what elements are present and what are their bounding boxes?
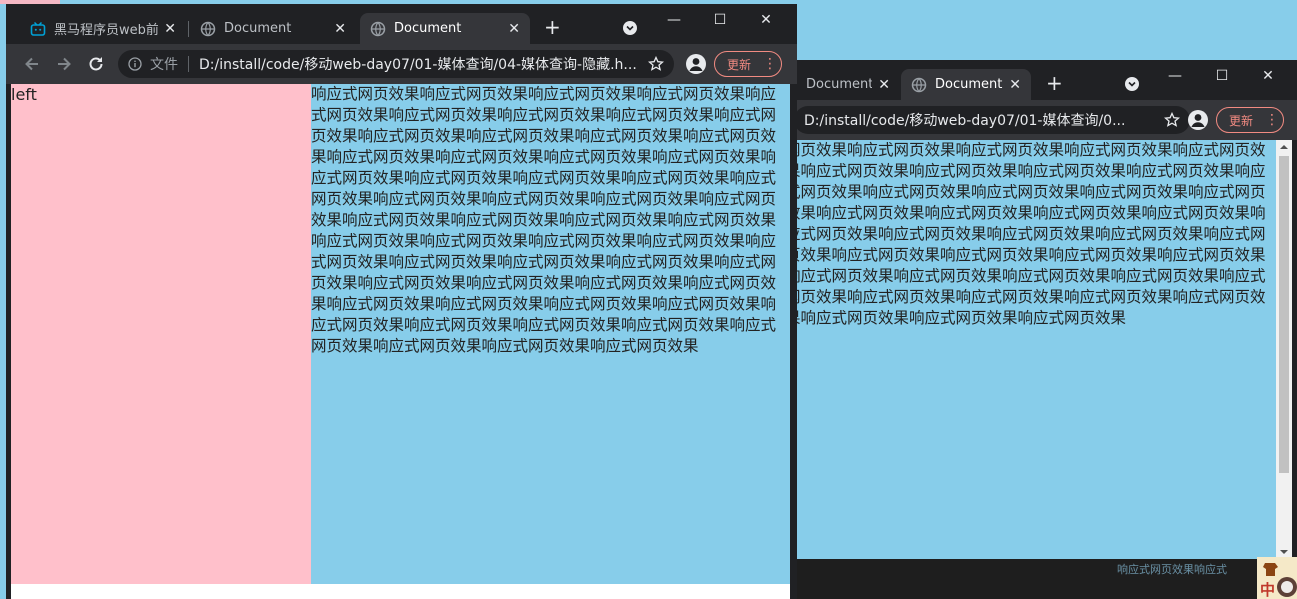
omnibox-divider	[188, 56, 189, 72]
window-close-button[interactable]: ✕	[1253, 64, 1283, 88]
left-column: left	[11, 84, 311, 584]
ime-status-badge[interactable]: 中	[1257, 557, 1297, 599]
bilibili-tv-icon	[30, 21, 46, 36]
viewport-bottom-edge	[11, 584, 790, 599]
page-body-text: 网页效果响应式网页效果响应式网页效果响应式网页效果响应式网页效果响应式网页效果响…	[795, 141, 1266, 327]
tab-title: Document	[394, 21, 462, 36]
scrollbar-thumb[interactable]	[1279, 156, 1289, 473]
minimize-button[interactable]: —	[659, 8, 689, 32]
close-icon[interactable]: ✕	[334, 21, 346, 37]
tab-title: 黑马程序员web前端	[54, 23, 159, 38]
back-arrow-icon[interactable]	[22, 54, 42, 74]
menu-dots-icon[interactable]: ⋮	[1265, 113, 1279, 127]
address-url[interactable]: D:/install/code/移动web-day07/01-媒体查询/0...	[804, 110, 1158, 130]
tab-document-inactive[interactable]: Document ✕	[190, 13, 356, 44]
menu-dots-icon[interactable]: ⋮	[763, 57, 777, 71]
tab-title: Document	[806, 77, 873, 92]
tab-document-active[interactable]: Document ✕	[360, 13, 530, 44]
forward-arrow-icon[interactable]	[54, 54, 74, 74]
file-scheme-label: 文件	[150, 57, 178, 73]
tab-search-icon[interactable]	[622, 20, 638, 36]
globe-icon	[200, 21, 216, 36]
close-icon[interactable]: ✕	[164, 21, 176, 37]
maximize-button[interactable]: ☐	[705, 8, 735, 32]
page-viewport: 网页效果响应式网页效果响应式网页效果响应式网页效果响应式网页效果响应式网页效果响…	[795, 140, 1276, 559]
minimize-button[interactable]: —	[1160, 64, 1190, 88]
browser-window-main: 黑马程序员web前端 ✕ Document ✕ Document ✕ + — ☐…	[6, 4, 797, 599]
profile-avatar[interactable]	[686, 54, 706, 74]
tab-strip: 黑马程序员web前端 ✕ Document ✕ Document ✕ + — ☐…	[6, 4, 797, 44]
update-label: 更新	[1229, 113, 1254, 128]
close-icon[interactable]: ✕	[878, 77, 890, 93]
person-icon	[1191, 114, 1205, 127]
tab-search-icon[interactable]	[1124, 76, 1140, 92]
bookmark-star-icon[interactable]	[648, 56, 664, 72]
scroll-down-icon[interactable]	[1280, 548, 1288, 556]
globe-icon	[370, 21, 386, 36]
tab-document-inactive[interactable]: Document ✕	[796, 69, 900, 100]
tab-title: Document	[224, 21, 292, 36]
address-bar[interactable]: D:/install/code/移动web-day07/01-媒体查询/0...	[794, 106, 1190, 134]
window-close-button[interactable]: ✕	[751, 8, 781, 32]
vertical-scrollbar[interactable]	[1276, 140, 1292, 559]
tab-strip: Document ✕ Document ✕ + — ☐ ✕	[780, 60, 1297, 100]
maximize-button[interactable]: ☐	[1207, 64, 1237, 88]
close-icon[interactable]: ✕	[1009, 77, 1021, 93]
tab-title: Document	[935, 77, 1003, 92]
code-editor-background: 响应式网页效果响应式	[797, 557, 1257, 599]
bookmark-star-icon[interactable]	[1164, 112, 1180, 128]
browser-window-secondary: Document ✕ Document ✕ + — ☐ ✕ D:/install…	[780, 60, 1297, 559]
close-icon[interactable]: ✕	[508, 21, 520, 37]
browser-toolbar: D:/install/code/移动web-day07/01-媒体查询/0...…	[780, 100, 1297, 140]
new-tab-button[interactable]: +	[544, 17, 561, 37]
update-button[interactable]: 更新 ⋮	[1216, 107, 1284, 133]
update-label: 更新	[727, 57, 752, 72]
right-column-text: 响应式网页效果响应式网页效果响应式网页效果响应式网页效果响应式网页效果响应式网页…	[311, 85, 777, 355]
editor-text: 响应式网页效果响应式	[1117, 563, 1227, 576]
person-icon	[689, 58, 703, 71]
info-icon[interactable]	[128, 57, 142, 71]
ime-language-glyph: 中	[1260, 581, 1276, 599]
globe-icon	[911, 77, 927, 92]
scroll-up-icon[interactable]	[1280, 143, 1288, 151]
update-button[interactable]: 更新 ⋮	[714, 51, 782, 77]
reload-icon[interactable]	[86, 54, 106, 74]
left-column-text: left	[11, 85, 37, 104]
tab-document-active[interactable]: Document ✕	[901, 69, 1031, 100]
right-column: 响应式网页效果响应式网页效果响应式网页效果响应式网页效果响应式网页效果响应式网页…	[311, 84, 790, 584]
address-url[interactable]: D:/install/code/移动web-day07/01-媒体查询/04-媒…	[199, 54, 642, 74]
address-bar[interactable]: 文件 D:/install/code/移动web-day07/01-媒体查询/0…	[118, 50, 674, 78]
new-tab-button[interactable]: +	[1046, 73, 1063, 93]
tab-heima-inactive[interactable]: 黑马程序员web前端 ✕	[20, 13, 186, 44]
browser-toolbar: 文件 D:/install/code/移动web-day07/01-媒体查询/0…	[6, 44, 797, 84]
page-viewport: left 响应式网页效果响应式网页效果响应式网页效果响应式网页效果响应式网页效果…	[11, 84, 790, 584]
tab-separator	[188, 21, 189, 37]
profile-avatar[interactable]	[1188, 110, 1208, 130]
